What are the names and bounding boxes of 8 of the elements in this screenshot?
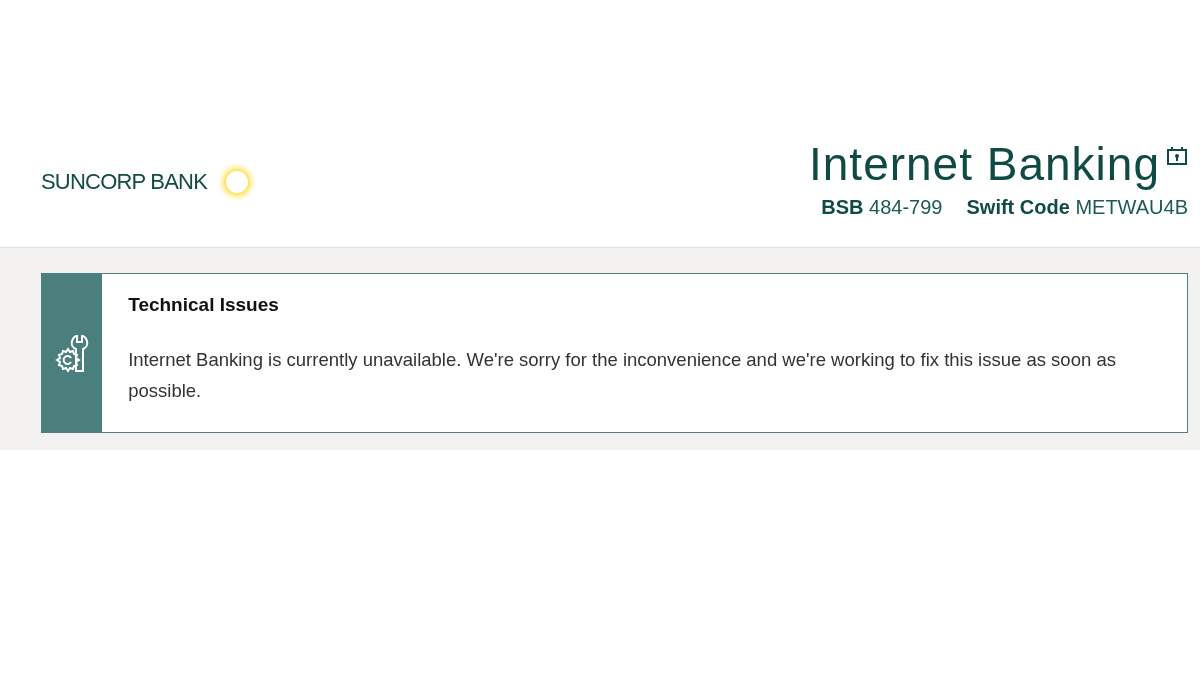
alert-message: Internet Banking is currently unavailable. We're sorry for the inconvenience and we're working to fix this issue as soon as possible. — [128, 348, 1117, 403]
bank-code: Swift Code METWAU4B — [966, 196, 1188, 219]
gear-wrench-icon — [54, 333, 91, 373]
alert-title: Technical Issues — [128, 294, 280, 316]
bank-code: BSB 484-799 — [821, 196, 943, 219]
lock-icon — [1166, 146, 1188, 166]
logo-text: SUNCORP BANK — [41, 169, 208, 195]
page-title: Internet Banking — [809, 140, 1160, 188]
